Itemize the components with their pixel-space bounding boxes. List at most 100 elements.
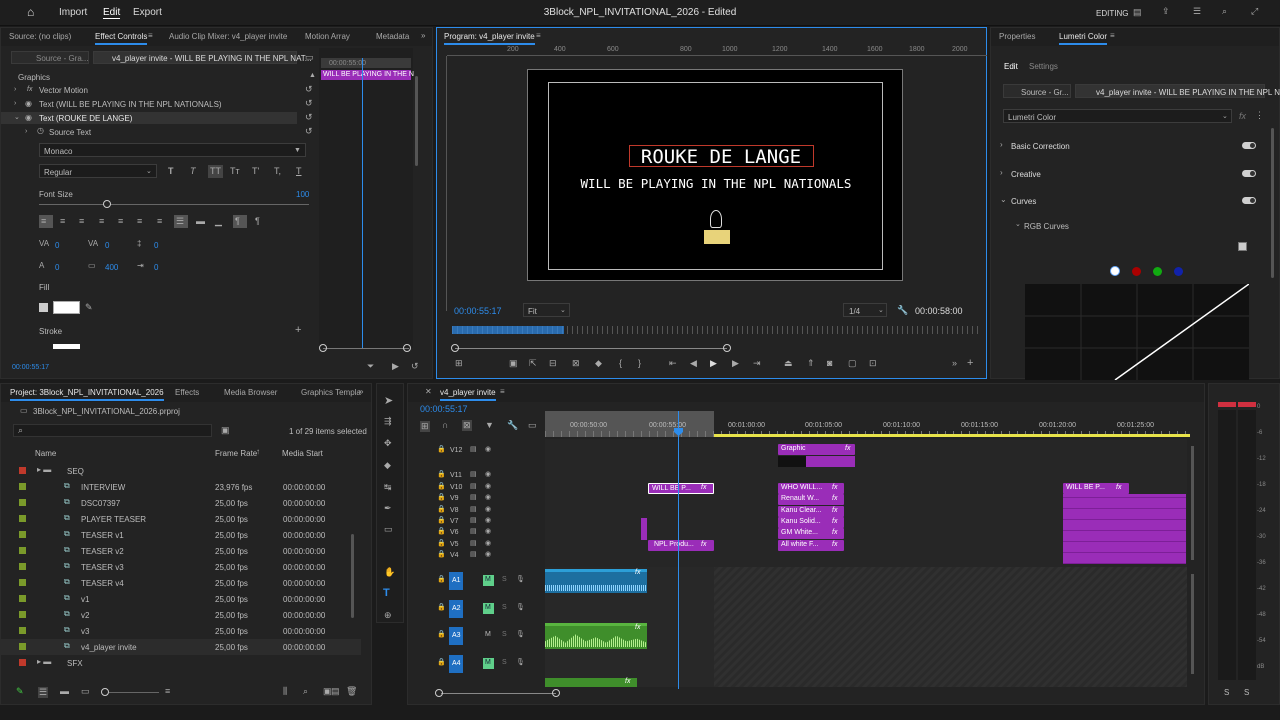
- compare-icon[interactable]: ⊟: [549, 359, 557, 368]
- more-panels-icon[interactable]: »: [359, 388, 363, 396]
- clip-graphic[interactable]: Graphic: [778, 444, 855, 455]
- track-lock-icon[interactable]: 🔒: [437, 540, 446, 547]
- go-to-out-icon[interactable]: ⇥: [753, 359, 761, 368]
- slip-tool-icon[interactable]: ↹: [384, 483, 392, 492]
- fullscreen-icon[interactable]: ⤢: [1251, 7, 1258, 16]
- justify-center-icon[interactable]: ≡: [118, 217, 123, 226]
- title-text[interactable]: ROUKE DE LANGE: [528, 146, 914, 168]
- icon-view-icon[interactable]: ▬: [60, 687, 69, 696]
- timeline-zoom-handle-left[interactable]: [435, 689, 443, 697]
- track-name[interactable]: A1: [452, 577, 461, 584]
- eye-icon[interactable]: ◉: [485, 471, 491, 478]
- column-media-start[interactable]: Media Start: [282, 449, 323, 458]
- add-marker-icon[interactable]: ◆: [595, 359, 602, 368]
- mark-out-icon[interactable]: }: [638, 359, 641, 368]
- expand-chevron-icon[interactable]: ›: [1000, 141, 1003, 149]
- thumbnail-size-slider[interactable]: [109, 692, 159, 693]
- column-frame-rate[interactable]: Frame Rate: [215, 449, 257, 458]
- sync-lock-icon[interactable]: ▤: [470, 471, 477, 478]
- track-lock-icon[interactable]: 🔒: [437, 471, 446, 478]
- reset-all-icon[interactable]: ↺: [411, 362, 419, 371]
- subtab-edit[interactable]: Edit: [1004, 62, 1018, 71]
- eye-icon[interactable]: ◉: [485, 540, 491, 547]
- track-name[interactable]: V7: [450, 518, 459, 525]
- source-dropdown[interactable]: Source - Gra...: [11, 51, 89, 64]
- eye-icon[interactable]: ◉: [485, 528, 491, 535]
- marker-icon[interactable]: ⊞: [455, 359, 463, 368]
- timeline-ruler[interactable]: 00:00:50:00 00:00:55:00 00:01:00:00 00:0…: [545, 411, 1190, 437]
- zoom-handle-right[interactable]: [723, 344, 731, 352]
- new-bin-search-icon[interactable]: ▣: [221, 426, 230, 435]
- zoom-handle-left[interactable]: [451, 344, 459, 352]
- sync-lock-icon[interactable]: ▤: [470, 506, 477, 513]
- video-frame[interactable]: ROUKE DE LANGE WILL BE PLAYING IN THE NP…: [527, 69, 903, 281]
- sort-icons-icon[interactable]: ≡: [165, 687, 170, 696]
- tab-program[interactable]: Program: v4_player invite: [444, 32, 535, 45]
- menu-icon[interactable]: ☰: [1193, 7, 1201, 16]
- work-area-bar[interactable]: [714, 434, 1190, 437]
- label-color-swatch[interactable]: [19, 627, 26, 634]
- expand-chevron-icon[interactable]: ›: [14, 86, 16, 93]
- type-tool-icon[interactable]: T: [383, 588, 390, 599]
- tsume-value[interactable]: 400: [105, 263, 118, 272]
- eye-icon[interactable]: ◉: [25, 100, 32, 108]
- fill-checkbox[interactable]: [39, 303, 48, 312]
- label-color-swatch[interactable]: [19, 659, 26, 666]
- scroll-up-icon[interactable]: ▲: [309, 72, 316, 79]
- track-name[interactable]: V4: [450, 552, 459, 559]
- export-frame-icon[interactable]: ▶: [392, 362, 399, 371]
- project-item-row[interactable]: ⧉ TEASER v3 25,00 fps 00:00:00:00: [1, 559, 361, 575]
- eye-icon[interactable]: ◉: [485, 483, 491, 490]
- lumetri-effect-select[interactable]: Lumetri Color ⌄: [1003, 109, 1232, 123]
- font-size-value[interactable]: 100: [296, 190, 309, 199]
- font-size-slider-handle[interactable]: [103, 200, 111, 208]
- track-name[interactable]: V12: [450, 447, 462, 454]
- track-name[interactable]: V11: [450, 472, 462, 479]
- solo-icon[interactable]: S: [502, 631, 507, 638]
- project-scrollbar[interactable]: [351, 534, 354, 618]
- creative-toggle[interactable]: [1242, 170, 1256, 177]
- label-color-swatch[interactable]: [19, 483, 26, 490]
- label-color-swatch[interactable]: [19, 611, 26, 618]
- vr-icon[interactable]: ▢: [848, 359, 857, 368]
- find-icon[interactable]: ⌕: [303, 687, 308, 696]
- lumetri-source-dropdown[interactable]: Source - Gr...: [1003, 84, 1071, 98]
- lumetri-clip-dropdown[interactable]: v4_player invite - WILL BE PLAYING IN TH…: [1075, 84, 1280, 98]
- track-lock-icon[interactable]: 🔒: [437, 576, 446, 583]
- sort-arrow-icon[interactable]: ↑: [256, 448, 260, 456]
- column-name[interactable]: Name: [35, 449, 56, 458]
- ec-settings-icon[interactable]: ▭: [305, 53, 314, 62]
- wrench-icon[interactable]: 🔧: [897, 306, 908, 315]
- project-item-row[interactable]: ⧉ TEASER v1 25,00 fps 00:00:00:00: [1, 527, 361, 543]
- step-back-icon[interactable]: ◀: [690, 359, 697, 368]
- more-panels-icon[interactable]: »: [421, 32, 425, 40]
- superscript-icon[interactable]: T': [252, 167, 259, 176]
- basic-correction-toggle[interactable]: [1242, 142, 1256, 149]
- ec-playhead[interactable]: [362, 58, 363, 348]
- leading-value[interactable]: 0: [154, 241, 158, 250]
- track-lock-icon[interactable]: 🔒: [437, 631, 446, 638]
- more-buttons-icon[interactable]: »: [952, 359, 957, 368]
- razor-tool-icon[interactable]: ◆: [384, 461, 391, 470]
- proxy-icon[interactable]: ⊡: [869, 359, 877, 368]
- justify-all-icon[interactable]: ≡: [157, 217, 162, 226]
- label-color-swatch[interactable]: [19, 499, 26, 506]
- more-icon[interactable]: ⋮: [1255, 111, 1264, 120]
- ec-zoom-handle-right[interactable]: [403, 344, 411, 352]
- mic-icon[interactable]: 🎙: [516, 659, 525, 666]
- tracking-value[interactable]: 0: [105, 241, 109, 250]
- audio-clip-a3[interactable]: [545, 623, 647, 649]
- track-lock-icon[interactable]: 🔒: [437, 604, 446, 611]
- playhead-timecode[interactable]: 00:00:55:17: [454, 306, 502, 316]
- timeline-v-scrollbar[interactable]: [1191, 446, 1194, 560]
- tab-media-browser[interactable]: Media Browser: [224, 388, 277, 397]
- track-lock-icon[interactable]: 🔒: [437, 551, 446, 558]
- tab-lumetri-color[interactable]: Lumetri Color: [1059, 32, 1108, 45]
- subtitle-text[interactable]: WILL BE PLAYING IN THE NPL NATIONALS: [528, 176, 904, 191]
- project-item-row[interactable]: ⧉ DSC07397 25,00 fps 00:00:00:00: [1, 495, 361, 511]
- list-view-icon[interactable]: ☰: [38, 687, 49, 698]
- eye-icon[interactable]: ◉: [485, 551, 491, 558]
- underline-icon[interactable]: T: [296, 167, 302, 176]
- filter-icon[interactable]: ⏷: [367, 362, 374, 371]
- sync-lock-icon[interactable]: ▤: [470, 494, 477, 501]
